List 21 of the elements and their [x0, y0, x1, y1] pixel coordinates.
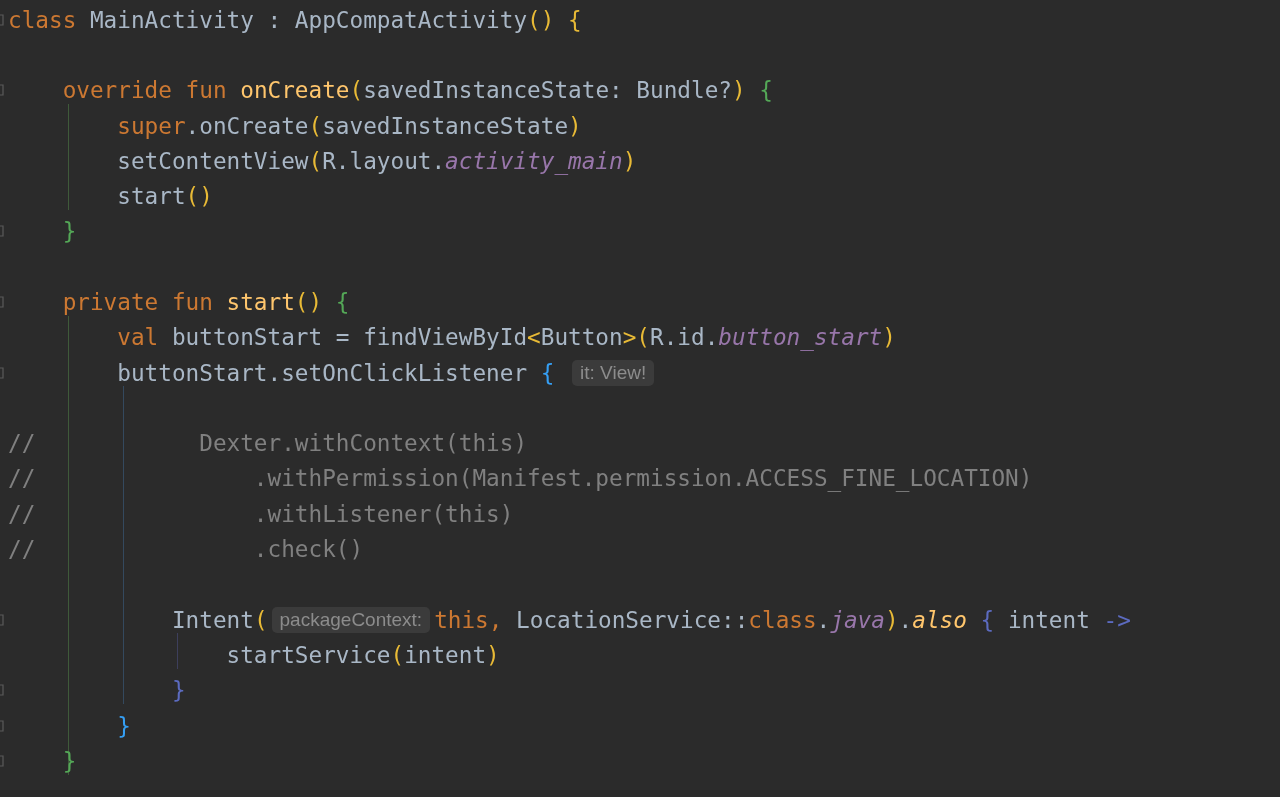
code-line: } — [61, 746, 77, 776]
code-line: override fun onCreate(savedInstanceState: Bundle?) { — [61, 76, 773, 106]
code-line: } — [61, 217, 77, 247]
code-line: // .check() — [8, 535, 364, 565]
code-line: } — [170, 676, 186, 706]
code-line: // .withListener(this) — [8, 499, 514, 529]
code-line: startService(intent) — [225, 640, 500, 670]
code-line: // .withPermission(Manifest.permission.ACCESS_FINE_LOCATION) — [8, 464, 1033, 494]
code-line: buttonStart.setOnClickListener { — [116, 358, 556, 388]
parameter-hint: it: View! — [572, 359, 655, 386]
code-line: private fun start() { — [61, 288, 350, 317]
code-line: this, LocationService::class.java).also { intent -> — [434, 605, 1131, 635]
parameter-hint: packageContext: — [271, 606, 431, 633]
code-line: super.onCreate(savedInstanceState) — [116, 111, 582, 141]
code-line: start() — [116, 182, 213, 212]
code-line: class MainActivity : AppCompatActivity() { — [8, 5, 582, 35]
code-line: val buttonStart = findViewById<Button>(R.id.button_start) — [116, 323, 896, 353]
code-line: // Dexter.withContext(this) — [8, 429, 528, 459]
code-line: setContentView(R.layout.activity_main) — [116, 146, 637, 177]
code-line: } — [116, 711, 131, 741]
code-line: Intent( — [170, 605, 268, 635]
